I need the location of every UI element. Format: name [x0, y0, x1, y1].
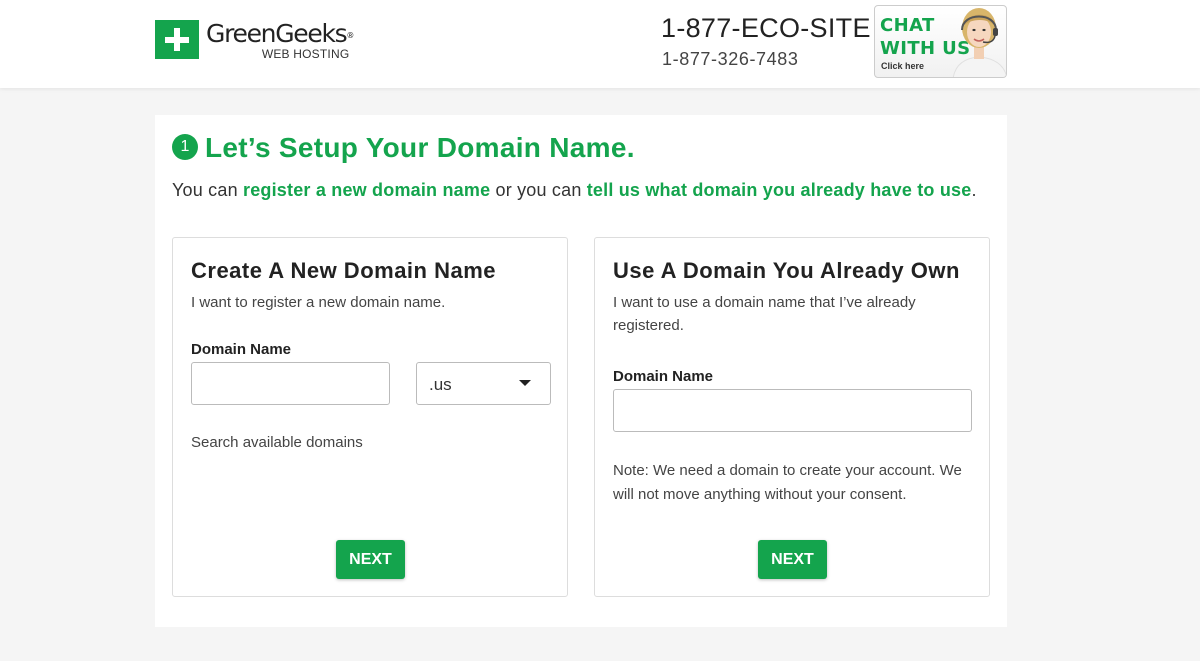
existing-domain-description: I want to use a domain name that I’ve al…	[613, 294, 916, 334]
intro-part3: .	[971, 180, 977, 200]
phone-number[interactable]: 1-877-326-7483	[662, 49, 799, 70]
intro-part1: You can	[172, 180, 243, 200]
tld-selected-value: .us	[429, 375, 452, 394]
intro-text: You can register a new domain name or yo…	[172, 180, 977, 201]
chat-with-us-button[interactable]: CHAT WITH US Click here	[874, 5, 1007, 78]
use-existing-domain-link[interactable]: tell us what domain you already have to …	[587, 180, 972, 200]
logo-subtitle: WEB HOSTING	[261, 47, 350, 61]
page-title: Let’s Setup Your Domain Name.	[205, 132, 635, 163]
new-domain-field-label: Domain Name	[191, 341, 292, 358]
greengeeks-logo[interactable]: GreenGeeks® WEB HOSTING	[155, 20, 354, 61]
existing-domain-title: Use A Domain You Already Own	[613, 258, 960, 283]
existing-domain-panel: Use A Domain You Already Own I want to u…	[594, 237, 990, 597]
step-number-badge: 1	[172, 134, 198, 160]
caret-down-icon	[519, 380, 531, 386]
site-header: GreenGeeks® WEB HOSTING 1-877-ECO-SITE 1…	[0, 0, 1200, 88]
existing-domain-input[interactable]	[613, 389, 972, 432]
support-agent-icon	[952, 8, 1006, 77]
new-domain-panel: Create A New Domain Name I want to regis…	[172, 237, 568, 597]
phone-vanity[interactable]: 1-877-ECO-SITE	[661, 13, 871, 44]
consent-note: Note: We need a domain to create your ac…	[613, 462, 962, 503]
plus-icon	[155, 20, 199, 59]
domain-setup-card: 1 Let’s Setup Your Domain Name. You can …	[155, 115, 1007, 627]
chat-click-here: Click here	[881, 61, 925, 71]
logo-name: GreenGeeks®	[206, 19, 355, 48]
new-domain-input[interactable]	[191, 362, 390, 405]
existing-domain-next-button[interactable]: NEXT	[758, 540, 827, 579]
search-available-domains-text: Search available domains	[191, 434, 363, 451]
chat-label-line1: CHAT	[880, 15, 935, 36]
logo-text: GreenGeeks® WEB HOSTING	[206, 20, 354, 61]
new-domain-description: I want to register a new domain name.	[191, 294, 446, 311]
register-new-domain-link[interactable]: register a new domain name	[243, 180, 490, 200]
new-domain-next-button[interactable]: NEXT	[336, 540, 405, 579]
trademark-symbol: ®	[346, 31, 355, 40]
tld-select[interactable]: .us	[416, 362, 551, 405]
existing-domain-field-label: Domain Name	[613, 368, 714, 385]
new-domain-title: Create A New Domain Name	[191, 258, 497, 283]
intro-part2: or you can	[490, 180, 587, 200]
